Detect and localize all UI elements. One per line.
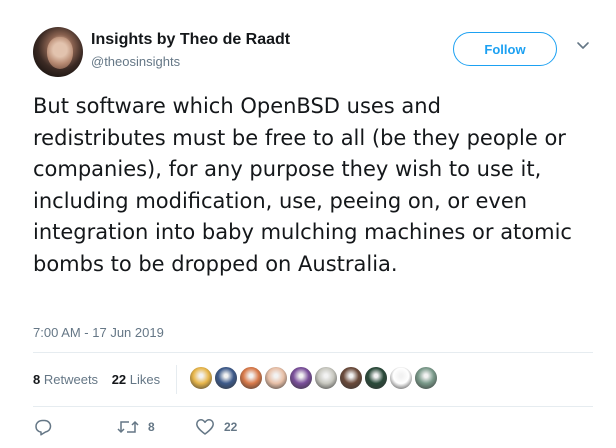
liker-avatar-1[interactable] bbox=[189, 366, 213, 390]
likes-label: Likes bbox=[129, 372, 161, 387]
retweets-count: 8 bbox=[33, 372, 41, 387]
liker-avatar-6[interactable] bbox=[314, 366, 338, 390]
author-handle[interactable]: @theosinsights bbox=[91, 54, 180, 69]
retweets-stat[interactable]: 8 Retweets bbox=[33, 372, 98, 387]
author-avatar[interactable] bbox=[33, 27, 83, 77]
avatar-face bbox=[47, 37, 73, 69]
engagement-stats: 8 Retweets 22 Likes bbox=[33, 372, 170, 387]
reply-button[interactable] bbox=[33, 418, 53, 436]
follow-button[interactable]: Follow bbox=[453, 32, 557, 66]
liker-avatar-4[interactable] bbox=[264, 366, 288, 390]
liker-avatar-8[interactable] bbox=[364, 366, 388, 390]
retweet-count: 8 bbox=[148, 420, 155, 434]
liker-avatar-7[interactable] bbox=[339, 366, 363, 390]
divider-bottom bbox=[33, 406, 593, 407]
liker-avatar-2[interactable] bbox=[214, 366, 238, 390]
author-name[interactable]: Insights by Theo de Raadt bbox=[91, 31, 290, 49]
chevron-down-icon[interactable] bbox=[576, 40, 590, 52]
liker-avatar-3[interactable] bbox=[239, 366, 263, 390]
divider-top bbox=[33, 352, 593, 353]
liker-avatar-5[interactable] bbox=[289, 366, 313, 390]
retweet-icon bbox=[117, 420, 139, 434]
likes-stat[interactable]: 22 Likes bbox=[112, 372, 160, 387]
tweet-card: Insights by Theo de Raadt @theosinsights… bbox=[0, 0, 616, 448]
stats-separator bbox=[176, 365, 177, 394]
retweets-label: Retweets bbox=[43, 372, 99, 387]
reply-icon bbox=[35, 419, 52, 436]
likes-count: 22 bbox=[111, 372, 127, 387]
tweet-timestamp[interactable]: 7:00 AM - 17 Jun 2019 bbox=[33, 325, 164, 340]
heart-icon bbox=[196, 419, 214, 435]
like-count: 22 bbox=[224, 420, 238, 434]
liker-avatar-9[interactable] bbox=[389, 366, 413, 390]
tweet-text: But software which OpenBSD uses and redi… bbox=[33, 94, 572, 276]
retweet-button[interactable]: 8 bbox=[117, 418, 155, 436]
liker-avatar-10[interactable] bbox=[414, 366, 438, 390]
like-button[interactable]: 22 bbox=[195, 418, 237, 436]
